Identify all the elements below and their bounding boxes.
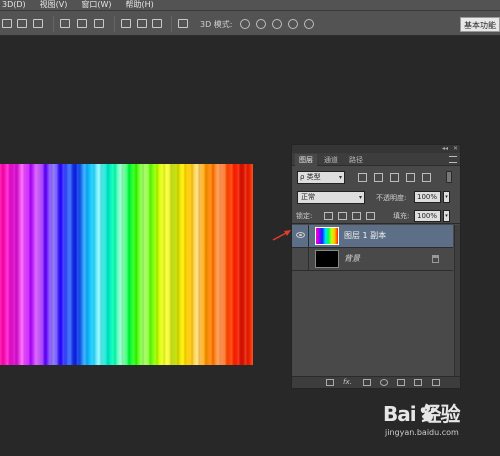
align-bottom-icon[interactable] (33, 19, 43, 28)
layer-row-copy[interactable]: 图层 1 副本 (292, 225, 453, 248)
distribute-top-icon[interactable] (60, 19, 70, 28)
panel-tabs: 图层 通道 路径 (292, 153, 460, 166)
chevron-down-icon: ▾ (338, 174, 342, 181)
3d-rotate-icon[interactable] (240, 19, 250, 29)
toolbar-divider (114, 16, 115, 32)
panel-menu-icon[interactable] (449, 156, 457, 163)
layer-thumbnail (315, 250, 339, 268)
layer-name[interactable]: 图层 1 副本 (344, 231, 386, 241)
filter-toggle[interactable] (446, 171, 452, 183)
adjustment-icon[interactable] (380, 379, 388, 386)
layers-panel: ◂◂ ✕ 图层 通道 路径 ρ 类型 ▾ 正常 ▾ 不透明度: 100% ▾ 锁… (291, 144, 461, 389)
visibility-toggle[interactable] (292, 225, 309, 247)
distribute-left-icon[interactable] (121, 19, 131, 28)
opacity-dropdown-icon[interactable]: ▾ (443, 191, 450, 203)
filter-kind-label: ρ 类型 (300, 173, 321, 181)
auto-align-icon[interactable] (178, 19, 188, 28)
lock-image-icon[interactable] (338, 212, 347, 220)
panel-header-strip: ◂◂ ✕ (292, 145, 460, 153)
link-icon[interactable] (326, 379, 334, 386)
tab-paths[interactable]: 路径 (345, 154, 367, 166)
filter-type-icon[interactable] (390, 173, 399, 182)
filter-row: ρ 类型 ▾ (292, 166, 460, 188)
menu-bar: 3D(D) 视图(V) 窗口(W) 帮助(H) (0, 0, 500, 10)
distribute-hcenter-icon[interactable] (137, 19, 147, 28)
blend-mode-select[interactable]: 正常 ▾ (297, 191, 365, 204)
chevron-down-icon: ▾ (358, 194, 362, 201)
paw-icon (420, 404, 436, 422)
rainbow-streaks (0, 164, 253, 365)
lock-icon (432, 255, 439, 263)
close-icon[interactable]: ✕ (453, 145, 458, 153)
options-bar: 3D 模式: 基本功能 (0, 10, 500, 36)
filter-kind-select[interactable]: ρ 类型 ▾ (297, 171, 345, 184)
panel-bottom-bar: fx. (292, 376, 460, 388)
layer-name[interactable]: 背景 (344, 254, 360, 264)
layers-scrollbar[interactable] (454, 225, 460, 376)
layer-row-background[interactable]: 背景 (292, 248, 453, 271)
tab-channels[interactable]: 通道 (320, 154, 342, 166)
toolbar-divider (171, 16, 172, 32)
blend-mode-value: 正常 (301, 193, 315, 201)
filter-pixel-icon[interactable] (358, 173, 367, 182)
layer-thumbnail (315, 227, 339, 245)
3d-roll-icon[interactable] (256, 19, 266, 29)
distribute-bottom-icon[interactable] (94, 19, 104, 28)
3d-mode-label: 3D 模式: (200, 20, 233, 29)
red-arrow-icon (272, 230, 291, 241)
tab-layers[interactable]: 图层 (295, 154, 317, 166)
lock-transparent-icon[interactable] (324, 212, 333, 220)
opacity-label: 不透明度: (376, 194, 407, 202)
filter-adjustment-icon[interactable] (374, 173, 383, 182)
watermark-url: jingyan.baidu.com (385, 428, 459, 437)
3d-scale-icon[interactable] (304, 19, 314, 29)
lock-label: 锁定: (296, 212, 313, 220)
lock-all-icon[interactable] (366, 212, 375, 220)
opacity-input[interactable]: 100% (414, 191, 441, 203)
new-layer-icon[interactable] (414, 379, 422, 386)
watermark: Bai 经验 jingyan.baidu.com (383, 402, 500, 456)
align-vcenter-icon[interactable] (17, 19, 27, 28)
eye-icon (296, 232, 305, 238)
collapse-icon[interactable]: ◂◂ (442, 145, 448, 153)
fill-label: 填充: (393, 212, 410, 220)
trash-icon[interactable] (432, 379, 440, 386)
mask-icon[interactable] (363, 379, 371, 386)
visibility-toggle[interactable] (292, 248, 309, 270)
menu-item-3d[interactable]: 3D(D) (2, 0, 26, 10)
fill-input[interactable]: 100% (414, 210, 441, 222)
blend-row: 正常 ▾ 不透明度: 100% ▾ (292, 188, 460, 208)
fill-dropdown-icon[interactable]: ▾ (443, 210, 450, 222)
filter-shape-icon[interactable] (406, 173, 415, 182)
filter-smart-object-icon[interactable] (422, 173, 431, 182)
distribute-vcenter-icon[interactable] (77, 19, 87, 28)
workspace-button[interactable]: 基本功能 (460, 17, 500, 32)
fx-icon[interactable]: fx. (343, 378, 352, 387)
lock-row: 锁定: 填充: 100% ▾ (292, 208, 460, 224)
align-top-icon[interactable] (2, 19, 12, 28)
distribute-right-icon[interactable] (152, 19, 162, 28)
menu-item-help[interactable]: 帮助(H) (126, 0, 154, 10)
menu-item-window[interactable]: 窗口(W) (81, 0, 111, 10)
3d-pan-icon[interactable] (272, 19, 282, 29)
lock-position-icon[interactable] (352, 212, 361, 220)
menu-item-view[interactable]: 视图(V) (40, 0, 68, 10)
group-folder-icon[interactable] (397, 379, 405, 386)
toolbar-divider (53, 16, 54, 32)
document-canvas[interactable] (0, 164, 253, 365)
3d-slide-icon[interactable] (288, 19, 298, 29)
